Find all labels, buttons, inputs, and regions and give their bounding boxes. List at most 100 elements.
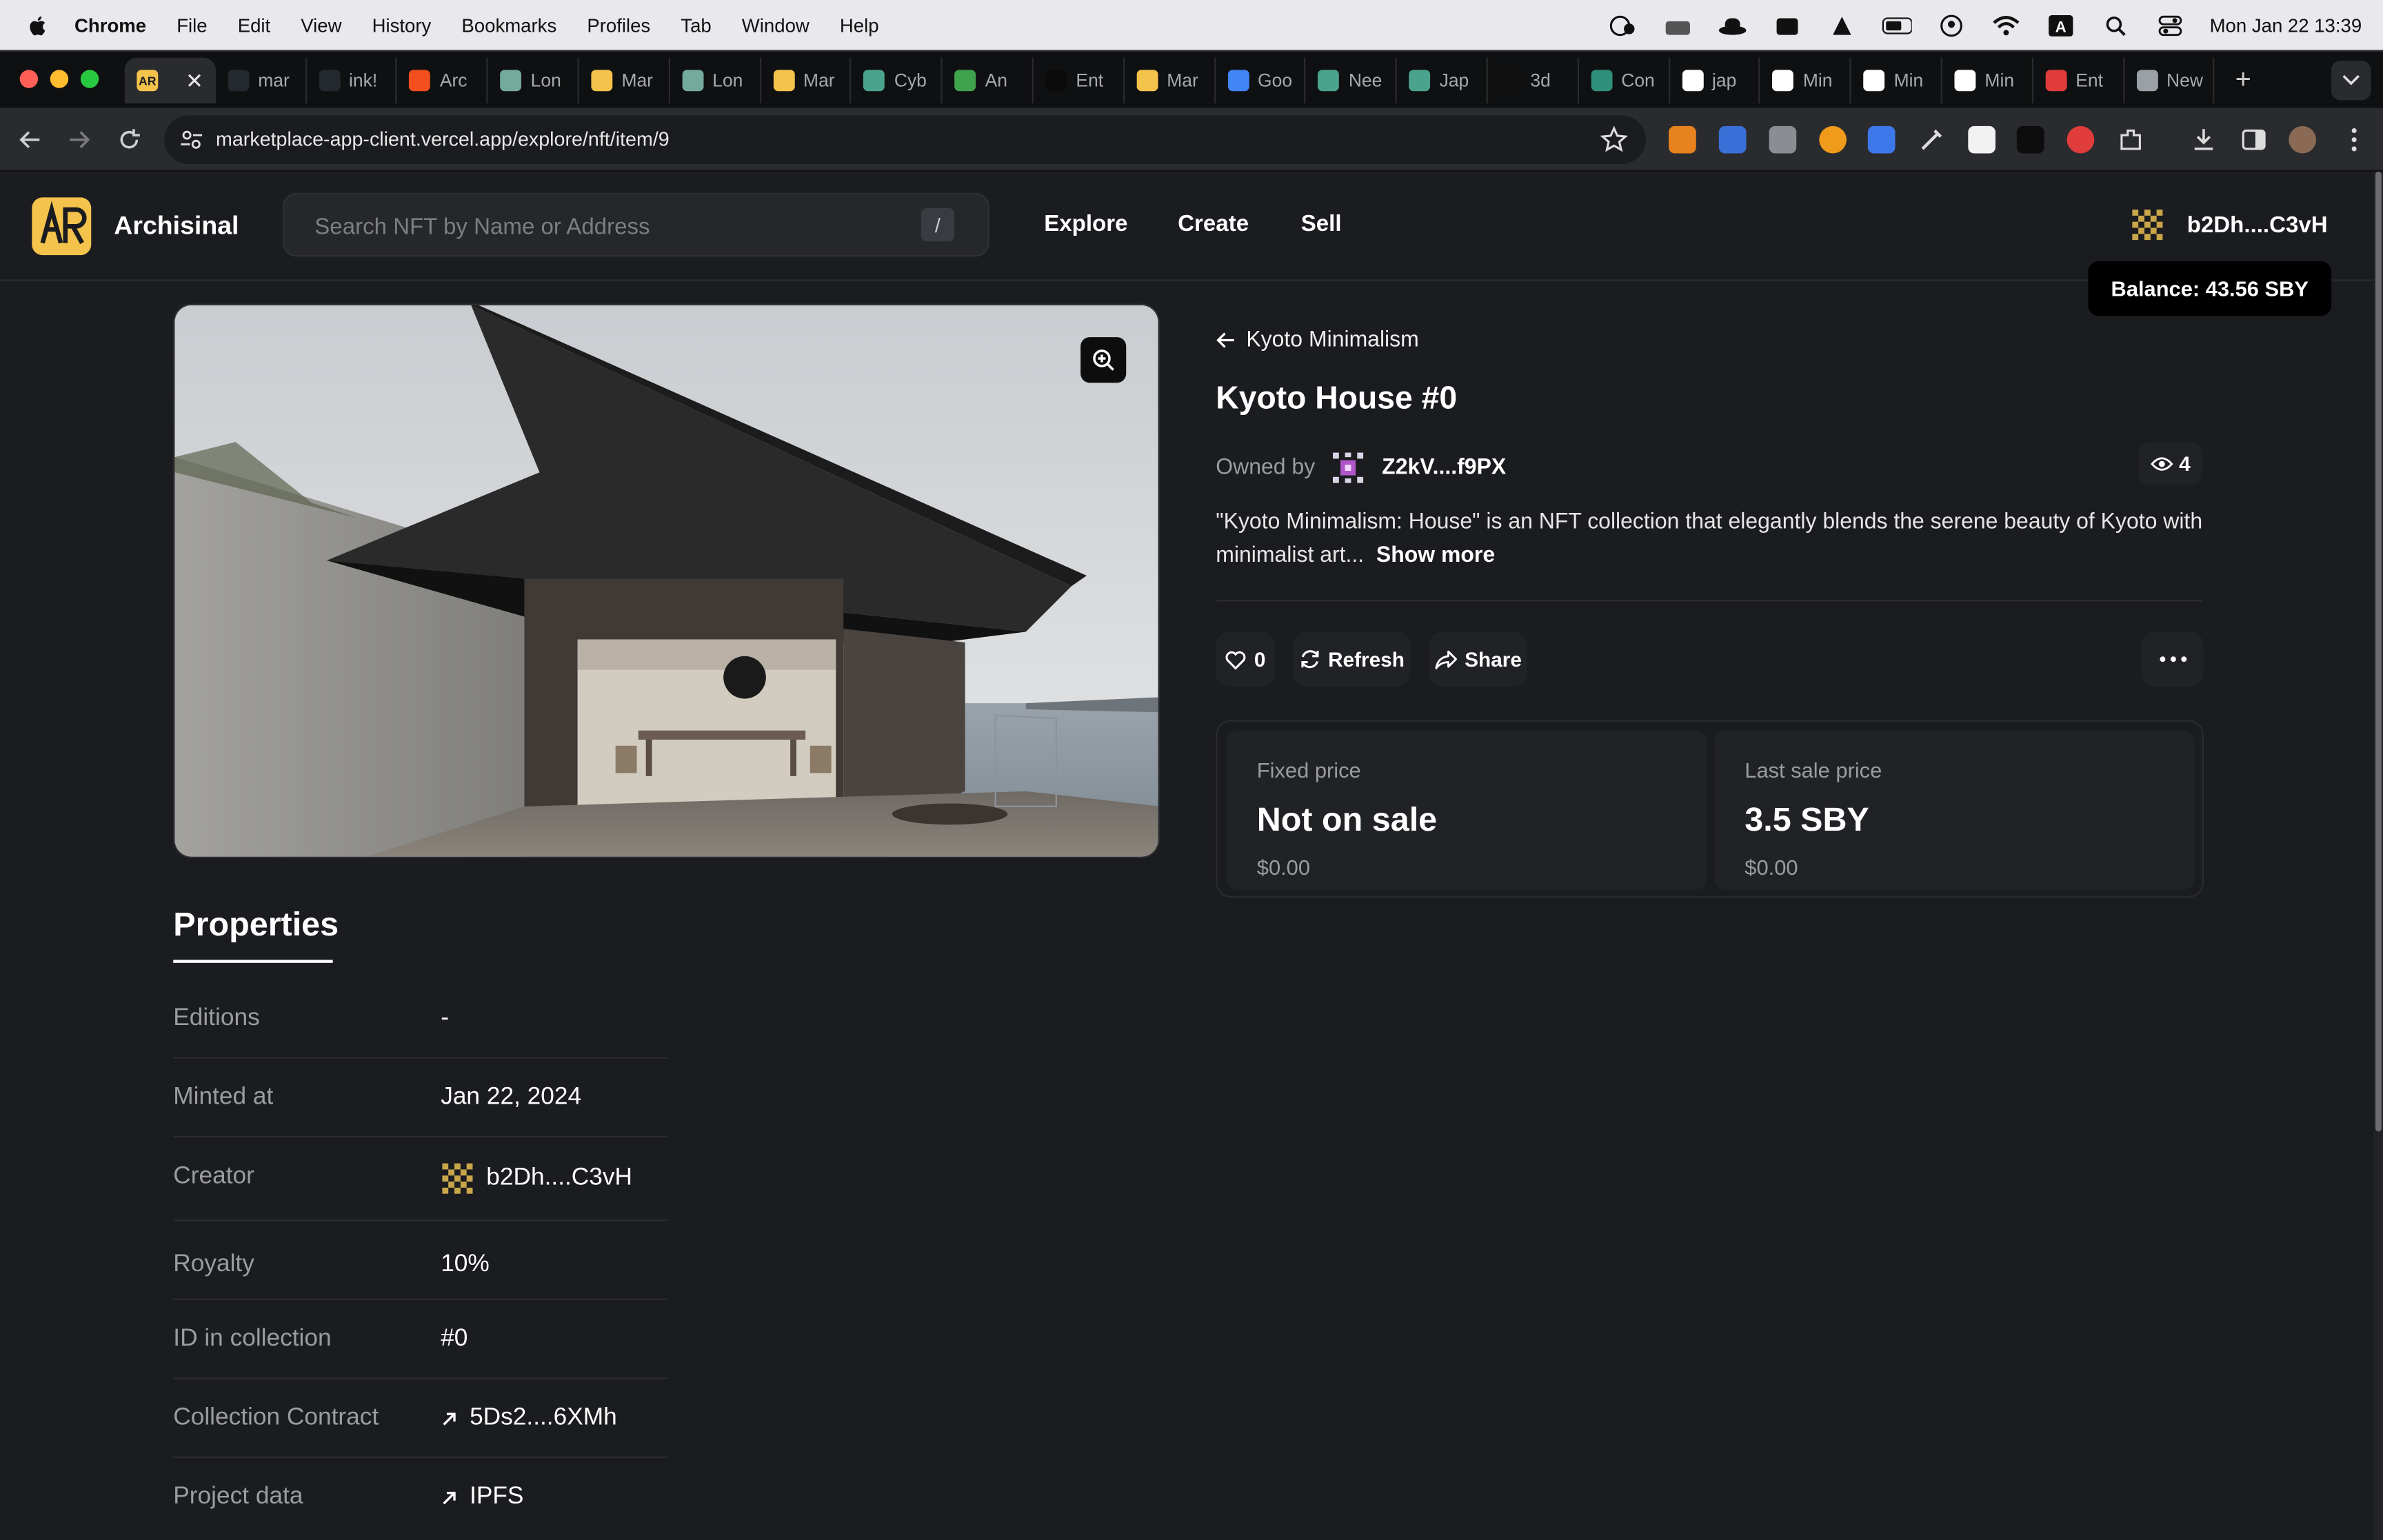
zoom-image-button[interactable] xyxy=(1080,337,1127,383)
back-button[interactable] xyxy=(15,125,46,155)
battery-monitor-icon[interactable] xyxy=(1662,13,1693,37)
owner-address[interactable]: Z2kV....f9PX xyxy=(1382,456,1506,480)
browser-tab[interactable]: Jap xyxy=(1397,57,1488,103)
browser-tab[interactable]: Lon xyxy=(488,57,579,103)
browser-tab[interactable]: Mar xyxy=(579,57,670,103)
browser-tab[interactable]: Mar xyxy=(761,57,852,103)
scrollbar-thumb[interactable] xyxy=(2375,171,2382,1132)
hat-icon[interactable] xyxy=(1717,13,1747,37)
browser-tab[interactable]: Min xyxy=(1760,57,1851,103)
battery-icon[interactable] xyxy=(1882,13,1912,37)
search-input[interactable] xyxy=(314,210,892,243)
side-panel-icon[interactable] xyxy=(2240,126,2268,154)
search-box[interactable]: / xyxy=(282,192,989,257)
brand-name[interactable]: Archisinal xyxy=(114,211,239,241)
tab-active[interactable]: AR ✕ xyxy=(124,57,216,103)
browser-tab[interactable]: Mar xyxy=(1125,57,1216,103)
menu-history[interactable]: History xyxy=(372,14,432,36)
zoom-window-button[interactable] xyxy=(80,70,99,88)
browser-tab[interactable]: Con xyxy=(1579,57,1670,103)
site-settings-icon[interactable] xyxy=(179,128,203,152)
close-window-button[interactable] xyxy=(19,70,39,88)
accessibility-icon[interactable] xyxy=(1608,13,1638,37)
image-extension-icon[interactable] xyxy=(1769,125,1797,154)
new-tab-button[interactable]: + xyxy=(2228,64,2258,94)
more-options-button[interactable] xyxy=(2141,631,2204,687)
wifi-icon[interactable] xyxy=(1991,13,2021,37)
browser-tab[interactable]: ink! xyxy=(306,57,398,103)
browser-tab[interactable]: Ent xyxy=(1034,57,1125,103)
show-more-link[interactable]: Show more xyxy=(1376,544,1495,568)
reload-button[interactable] xyxy=(114,125,144,155)
refresh-button[interactable]: Refresh xyxy=(1293,631,1411,687)
screen-capture-extension-icon[interactable] xyxy=(1867,125,1896,154)
browser-tab[interactable]: jap xyxy=(1669,57,1761,103)
browser-tab[interactable]: An xyxy=(943,57,1034,103)
forward-button[interactable] xyxy=(64,125,94,155)
subwallet-extension-icon[interactable] xyxy=(2016,125,2044,154)
browser-tab[interactable]: New xyxy=(2124,57,2215,103)
color-picker-extension-icon[interactable] xyxy=(1918,126,1946,154)
nft-image[interactable] xyxy=(173,303,1160,858)
account-button[interactable]: b2Dh....C3vH xyxy=(2129,206,2328,243)
browser-tab[interactable]: Ent xyxy=(2033,57,2124,103)
last-sale-card: Last sale price 3.5 SBY $0.00 xyxy=(1714,730,2195,891)
menu-bookmarks[interactable]: Bookmarks xyxy=(461,14,556,36)
menu-window[interactable]: Window xyxy=(742,14,810,36)
calendar-extension-icon[interactable] xyxy=(1968,125,1995,154)
apple-icon[interactable] xyxy=(26,13,50,37)
menu-edit[interactable]: Edit xyxy=(238,14,270,36)
browser-tab[interactable]: mar xyxy=(216,57,307,103)
nav-create[interactable]: Create xyxy=(1178,211,1249,236)
project-data-link[interactable]: IPFS xyxy=(441,1484,523,1512)
browser-tab[interactable]: Goo xyxy=(1215,57,1307,103)
extensions-puzzle-icon[interactable] xyxy=(2117,126,2144,154)
chrome-menu-icon[interactable] xyxy=(2340,126,2368,154)
collection-back-link[interactable]: Kyoto Minimalism xyxy=(1216,328,1419,352)
menu-file[interactable]: File xyxy=(177,14,207,36)
collection-contract-link[interactable]: 5Ds2....6XMh xyxy=(441,1405,617,1432)
download-icon[interactable] xyxy=(2190,126,2218,154)
minimize-window-button[interactable] xyxy=(50,70,69,88)
menu-app-name[interactable]: Chrome xyxy=(74,14,146,36)
browser-tab[interactable]: 3d xyxy=(1488,57,1579,103)
menu-profiles[interactable]: Profiles xyxy=(587,14,650,36)
adblock-extension-icon[interactable] xyxy=(2067,125,2095,154)
translate-extension-icon[interactable] xyxy=(1718,125,1747,154)
close-tab-icon[interactable]: ✕ xyxy=(185,68,203,93)
control-center-icon[interactable] xyxy=(2155,13,2185,37)
creator-link[interactable]: b2Dh....C3vH xyxy=(441,1162,632,1195)
browser-tab[interactable]: Lon xyxy=(670,57,761,103)
profile-avatar-icon[interactable] xyxy=(2289,125,2317,154)
page-scrollbar[interactable] xyxy=(2373,171,2383,1540)
browser-tab[interactable]: Cyb xyxy=(852,57,943,103)
tab-search-button[interactable] xyxy=(2331,61,2371,101)
last-sale-usd: $0.00 xyxy=(1744,855,1798,880)
spotlight-icon[interactable] xyxy=(2100,13,2131,37)
menu-tab[interactable]: Tab xyxy=(681,14,711,36)
zoom-in-icon xyxy=(1093,349,1114,371)
browser-tab[interactable]: Min xyxy=(1942,57,2033,103)
owner-avatar-icon[interactable] xyxy=(1330,449,1367,487)
metamask-extension-icon[interactable] xyxy=(1669,125,1696,154)
cone-icon[interactable] xyxy=(1827,13,1857,37)
menu-help[interactable]: Help xyxy=(840,14,879,36)
input-source-icon[interactable]: A xyxy=(2046,13,2076,37)
bookmark-star-icon[interactable] xyxy=(1600,125,1628,154)
user-icon[interactable] xyxy=(1936,13,1967,37)
browser-tab[interactable]: Nee xyxy=(1306,57,1397,103)
polkadot-extension-icon[interactable] xyxy=(1819,125,1847,154)
like-button[interactable]: 0 xyxy=(1216,631,1276,687)
properties-tab[interactable]: Properties xyxy=(173,905,339,944)
browser-tab[interactable]: Arc xyxy=(397,57,488,103)
clapper-icon[interactable] xyxy=(1772,13,1802,37)
nav-sell[interactable]: Sell xyxy=(1301,211,1342,236)
nav-explore[interactable]: Explore xyxy=(1044,211,1127,236)
menu-clock[interactable]: Mon Jan 22 13:39 xyxy=(2210,14,2362,36)
menu-view[interactable]: View xyxy=(301,14,341,36)
browser-tab[interactable]: Min xyxy=(1851,57,1942,103)
address-bar[interactable]: marketplace-app-client.vercel.app/explor… xyxy=(164,115,1647,164)
share-button[interactable]: Share xyxy=(1428,631,1528,687)
archisinal-logo[interactable] xyxy=(32,197,92,256)
st-icon xyxy=(1045,70,1067,92)
